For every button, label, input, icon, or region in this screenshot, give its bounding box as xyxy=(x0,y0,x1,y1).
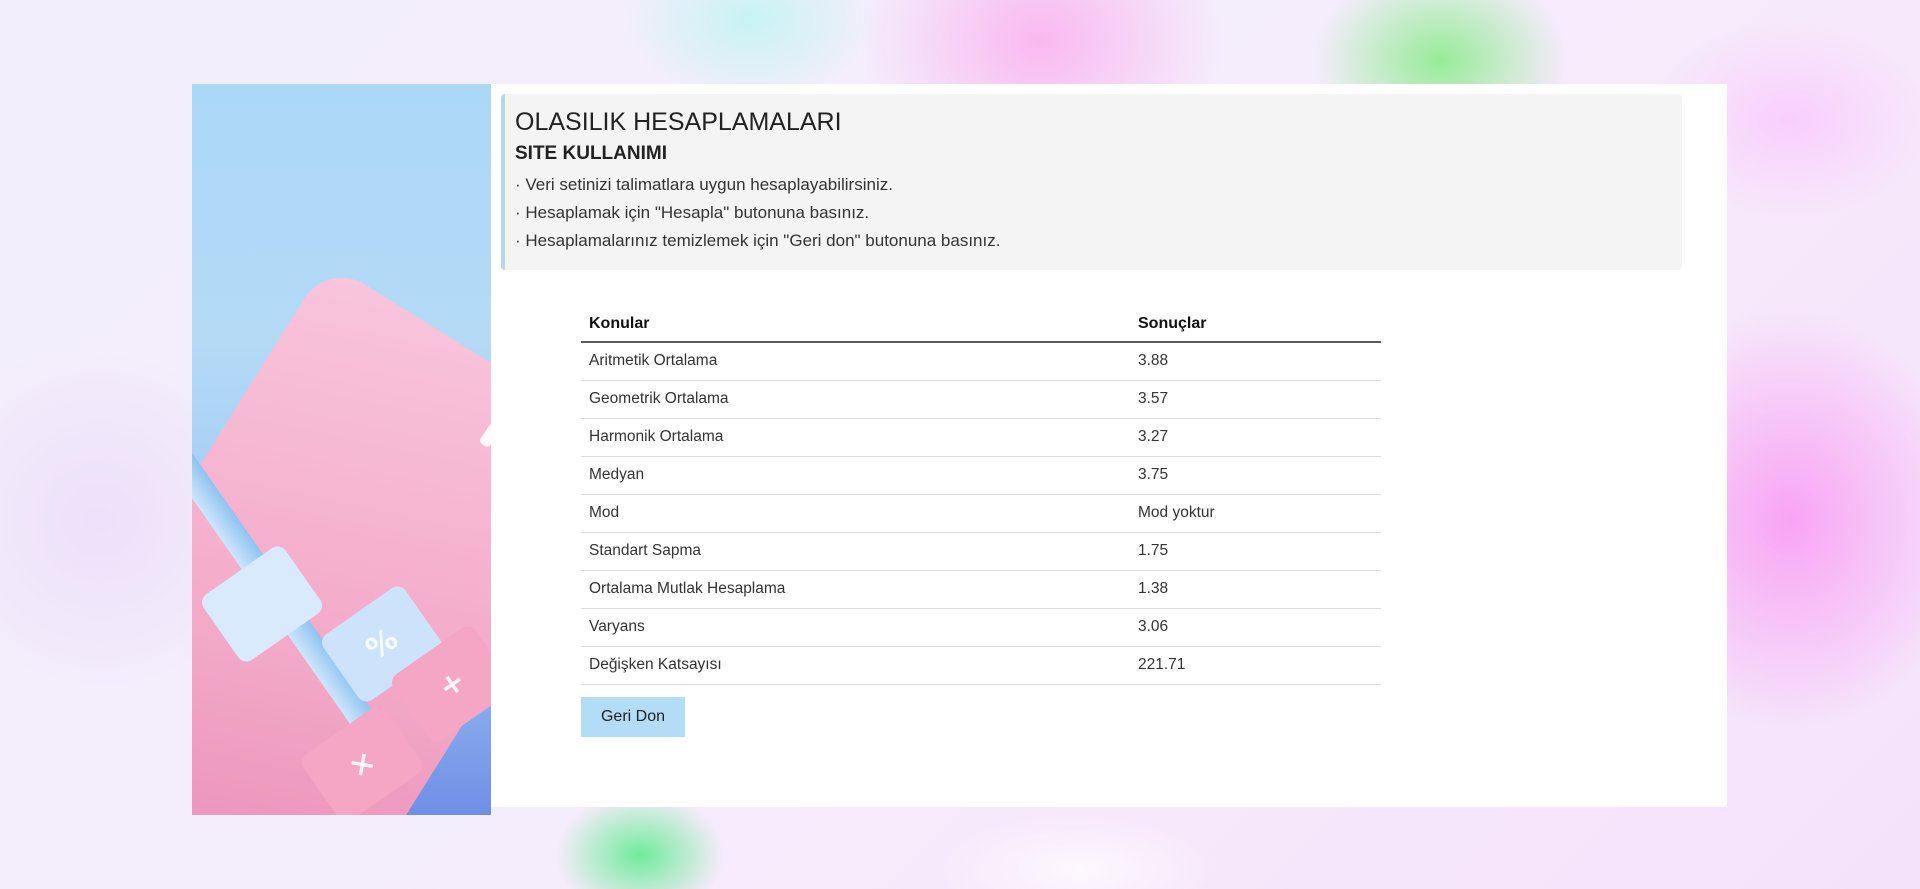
table-header-row: Konular Sonuçlar xyxy=(581,308,1381,343)
info-box: OLASILIK HESAPLAMALARI SITE KULLANIMI · … xyxy=(501,94,1682,270)
back-button[interactable]: Geri Don xyxy=(581,696,685,737)
table-row: Standart Sapma 1.75 xyxy=(581,532,1381,571)
table-row: Medyan 3.75 xyxy=(581,456,1381,495)
usage-line-1: · Veri setinizi talimatlara uygun hesapl… xyxy=(515,175,893,194)
row-value: 3.06 xyxy=(1130,608,1381,647)
row-value: Mod yoktur xyxy=(1130,494,1381,533)
usage-subtitle: SITE KULLANIMI xyxy=(515,143,667,164)
row-value: 3.75 xyxy=(1130,456,1381,495)
page-title: OLASILIK HESAPLAMALARI xyxy=(515,108,842,136)
row-label: Varyans xyxy=(581,608,1130,647)
results-section: Konular Sonuçlar Aritmetik Ortalama 3.88… xyxy=(581,308,1381,737)
table-row: Varyans 3.06 xyxy=(581,608,1381,647)
row-label: Standart Sapma xyxy=(581,532,1130,571)
table-row: Aritmetik Ortalama 3.88 xyxy=(581,342,1381,381)
row-label: Harmonik Ortalama xyxy=(581,418,1130,457)
usage-line-2: · Hesaplamak için "Hesapla" butonuna bas… xyxy=(515,203,870,222)
row-value: 1.38 xyxy=(1130,570,1381,609)
table-row: Ortalama Mutlak Hesaplama 1.38 xyxy=(581,570,1381,609)
row-label: Ortalama Mutlak Hesaplama xyxy=(581,570,1130,609)
table-row: Mod Mod yoktur xyxy=(581,494,1381,533)
row-label: Aritmetik Ortalama xyxy=(581,342,1130,381)
row-value: 3.88 xyxy=(1130,342,1381,381)
row-value: 3.57 xyxy=(1130,380,1381,419)
calculator-key-percent-symbol: % xyxy=(359,621,405,667)
row-label: Medyan xyxy=(581,456,1130,495)
calculator-key-multiply-symbol: × xyxy=(341,742,383,786)
row-label: Geometrik Ortalama xyxy=(581,380,1130,419)
calculator-key-plus-symbol: + xyxy=(431,662,473,706)
column-header-results: Sonuçlar xyxy=(1130,308,1381,343)
table-row: Değişken Katsayısı 221.71 xyxy=(581,646,1381,685)
row-value: 221.71 xyxy=(1130,646,1381,685)
column-header-topics: Konular xyxy=(581,308,1130,343)
calculator-illustration: % + × xyxy=(192,84,491,815)
row-label: Mod xyxy=(581,494,1130,533)
usage-line-3: · Hesaplamalarınız temizlemek için "Geri… xyxy=(515,231,1001,250)
results-table: Konular Sonuçlar Aritmetik Ortalama 3.88… xyxy=(581,308,1381,685)
row-value: 3.27 xyxy=(1130,418,1381,457)
row-label: Değişken Katsayısı xyxy=(581,646,1130,685)
content-area: OLASILIK HESAPLAMALARI SITE KULLANIMI · … xyxy=(491,84,1727,807)
table-row: Harmonik Ortalama 3.27 xyxy=(581,418,1381,457)
main-card: % + × OLASILIK HESAPLAMALARI SITE KULLAN… xyxy=(192,84,1727,815)
table-row: Geometrik Ortalama 3.57 xyxy=(581,380,1381,419)
row-value: 1.75 xyxy=(1130,532,1381,571)
